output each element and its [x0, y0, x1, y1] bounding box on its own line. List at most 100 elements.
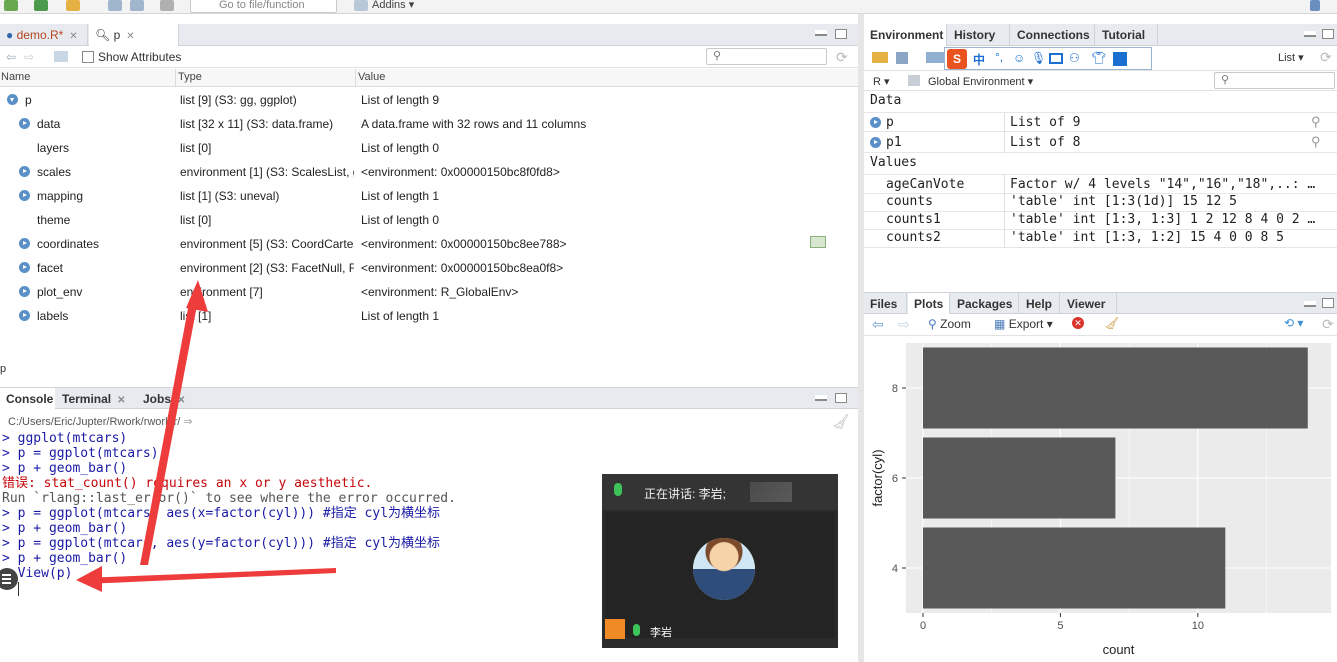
publish-icon[interactable]: ⟲ ▾	[1284, 316, 1303, 330]
col-value-header[interactable]: Value	[358, 71, 385, 83]
table-row[interactable]: mapping list [1] (S3: uneval) List of le…	[0, 184, 858, 208]
tab-files[interactable]: Files	[864, 293, 907, 315]
back-icon[interactable]: ⇦	[872, 316, 884, 333]
expand-icon[interactable]	[19, 310, 30, 321]
minimize-icon[interactable]	[1304, 301, 1316, 307]
environment-search-input[interactable]: ⚲	[1214, 72, 1335, 89]
open-folder-icon[interactable]	[66, 0, 80, 11]
export-button[interactable]: ▦ Export ▾	[994, 317, 1053, 331]
tab-p[interactable]: 🔍︎ p ✕	[89, 24, 179, 46]
meeting-window[interactable]: 正在讲话: 李岩; 李岩	[602, 474, 838, 648]
expand-icon[interactable]	[19, 238, 30, 249]
print-icon[interactable]	[160, 0, 174, 11]
expand-icon[interactable]	[19, 118, 30, 129]
tab-connections[interactable]: Connections	[1011, 24, 1095, 46]
table-row[interactable]: scales environment [1] (S3: ScalesList, …	[0, 160, 858, 184]
collapse-icon[interactable]	[7, 94, 18, 105]
tab-tutorial[interactable]: Tutorial	[1096, 24, 1158, 46]
new-project-icon[interactable]	[34, 0, 48, 11]
refresh-icon[interactable]: ⟳	[1320, 49, 1332, 66]
scope-dropdown[interactable]: Global Environment ▾	[928, 75, 1033, 88]
skin-icon[interactable]: 👕︎	[1091, 51, 1106, 65]
clear-console-icon[interactable]: 🧹︎	[832, 413, 850, 430]
env-row[interactable]: counts1 'table' int [1:3, 1:3] 1 2 12 8 …	[864, 210, 1337, 230]
sogou-icon[interactable]: S	[947, 49, 967, 69]
refresh-icon[interactable]: ⟳	[1322, 316, 1334, 333]
close-icon[interactable]: ✕	[177, 395, 185, 406]
console-path[interactable]: C:/Users/Eric/Jupter/Rwork/rwork/r/ ⇒	[8, 415, 193, 428]
maximize-icon[interactable]	[835, 29, 847, 39]
popout-icon[interactable]	[54, 51, 68, 62]
tab-plots[interactable]: Plots	[908, 293, 950, 315]
project-icon[interactable]	[1310, 0, 1320, 11]
save-workspace-icon[interactable]	[896, 52, 908, 64]
emoji-icon[interactable]: ☺	[1013, 51, 1025, 65]
addins-menu[interactable]: Addins ▾	[372, 0, 414, 11]
voice-icon[interactable]: 🎙︎	[1031, 51, 1046, 65]
goto-dir-icon[interactable]: ⇒	[183, 416, 192, 428]
table-row[interactable]: coordinates environment [5] (S3: CoordCa…	[0, 232, 858, 256]
forward-icon[interactable]: ⇨	[24, 50, 34, 64]
table-row[interactable]: p list [9] (S3: gg, ggplot) List of leng…	[0, 88, 858, 112]
table-row[interactable]: labels list [1] List of length 1	[0, 304, 858, 328]
grid-icon[interactable]	[354, 0, 368, 11]
view-data-icon[interactable]: ⚲	[1311, 115, 1321, 130]
keyboard-icon[interactable]	[1049, 53, 1063, 64]
maximize-icon[interactable]	[1322, 298, 1334, 308]
table-row[interactable]: facet environment [2] (S3: FacetNull, Fa…	[0, 256, 858, 280]
tab-terminal[interactable]: Terminal ✕	[56, 388, 136, 410]
import-dataset-icon[interactable]	[926, 52, 944, 63]
show-attributes-checkbox[interactable]: Show Attributes	[82, 50, 181, 64]
remove-plot-icon[interactable]: ✕	[1072, 317, 1084, 329]
tab-jobs[interactable]: Jobs ✕	[137, 388, 185, 410]
viewer-search-input[interactable]: ⚲	[706, 48, 827, 65]
checkbox-box[interactable]	[82, 51, 94, 63]
expand-icon[interactable]	[19, 190, 30, 201]
table-row[interactable]: theme list [0] List of length 0	[0, 208, 858, 232]
col-name-header[interactable]: Name	[1, 71, 30, 83]
language-dropdown[interactable]: R ▾	[873, 75, 890, 88]
toolbox-icon[interactable]	[1113, 52, 1127, 66]
env-row[interactable]: counts2 'table' int [1:3, 1:2] 15 4 0 0 …	[864, 228, 1337, 248]
zoom-button[interactable]: ⚲ Zoom	[928, 317, 971, 331]
env-row[interactable]: p List of 9 ⚲	[864, 112, 1337, 133]
view-data-icon[interactable]: ⚲	[1311, 135, 1321, 150]
env-row[interactable]: counts 'table' int [1:3(1d)] 15 12 5	[864, 192, 1337, 212]
minimize-icon[interactable]	[1304, 31, 1316, 37]
close-icon[interactable]: ✕	[69, 31, 77, 42]
load-workspace-icon[interactable]	[872, 52, 888, 63]
expand-icon[interactable]	[19, 262, 30, 273]
minimize-icon[interactable]	[815, 30, 827, 36]
minimize-icon[interactable]	[815, 395, 827, 401]
clear-plots-icon[interactable]: 🧹︎	[1104, 316, 1119, 330]
table-row[interactable]: plot_env environment [7] <environment: R…	[0, 280, 858, 304]
expand-icon[interactable]	[870, 117, 881, 128]
back-icon[interactable]: ⇦	[6, 50, 16, 64]
env-row[interactable]: ageCanVote Factor w/ 4 levels "14","16",…	[864, 174, 1337, 195]
ime-toolbar[interactable]: S 中 °, ☺ 🎙︎ ⚇ 👕︎	[944, 47, 1152, 70]
expand-icon[interactable]	[19, 286, 30, 297]
tab-demo-r[interactable]: ● demo.R* ✕	[0, 24, 88, 46]
punct-icon[interactable]: °,	[995, 50, 1003, 64]
maximize-icon[interactable]	[835, 393, 847, 403]
expand-icon[interactable]	[19, 166, 30, 177]
table-row[interactable]: data list [32 x 11] (S3: data.frame) A d…	[0, 112, 858, 136]
new-file-icon[interactable]	[4, 0, 18, 11]
col-type-header[interactable]: Type	[178, 71, 202, 83]
maximize-icon[interactable]	[1322, 29, 1334, 39]
forward-icon[interactable]: ⇨	[898, 316, 910, 333]
close-icon[interactable]: ✕	[126, 31, 134, 42]
view-mode-dropdown[interactable]: List ▾	[1278, 51, 1304, 64]
refresh-icon[interactable]: ⟳	[836, 49, 848, 66]
save-all-icon[interactable]	[130, 0, 144, 11]
tab-packages[interactable]: Packages	[951, 293, 1019, 315]
goto-file-input[interactable]: Go to file/function	[190, 0, 337, 13]
table-row[interactable]: layers list [0] List of length 0	[0, 136, 858, 160]
tab-viewer[interactable]: Viewer	[1061, 293, 1117, 315]
open-in-new-icon[interactable]	[810, 236, 826, 248]
save-icon[interactable]	[108, 0, 122, 11]
expand-icon[interactable]	[870, 137, 881, 148]
close-icon[interactable]: ✕	[117, 395, 125, 406]
tab-environment[interactable]: Environment	[864, 24, 947, 46]
ime-chinese-icon[interactable]: 中	[973, 51, 985, 68]
